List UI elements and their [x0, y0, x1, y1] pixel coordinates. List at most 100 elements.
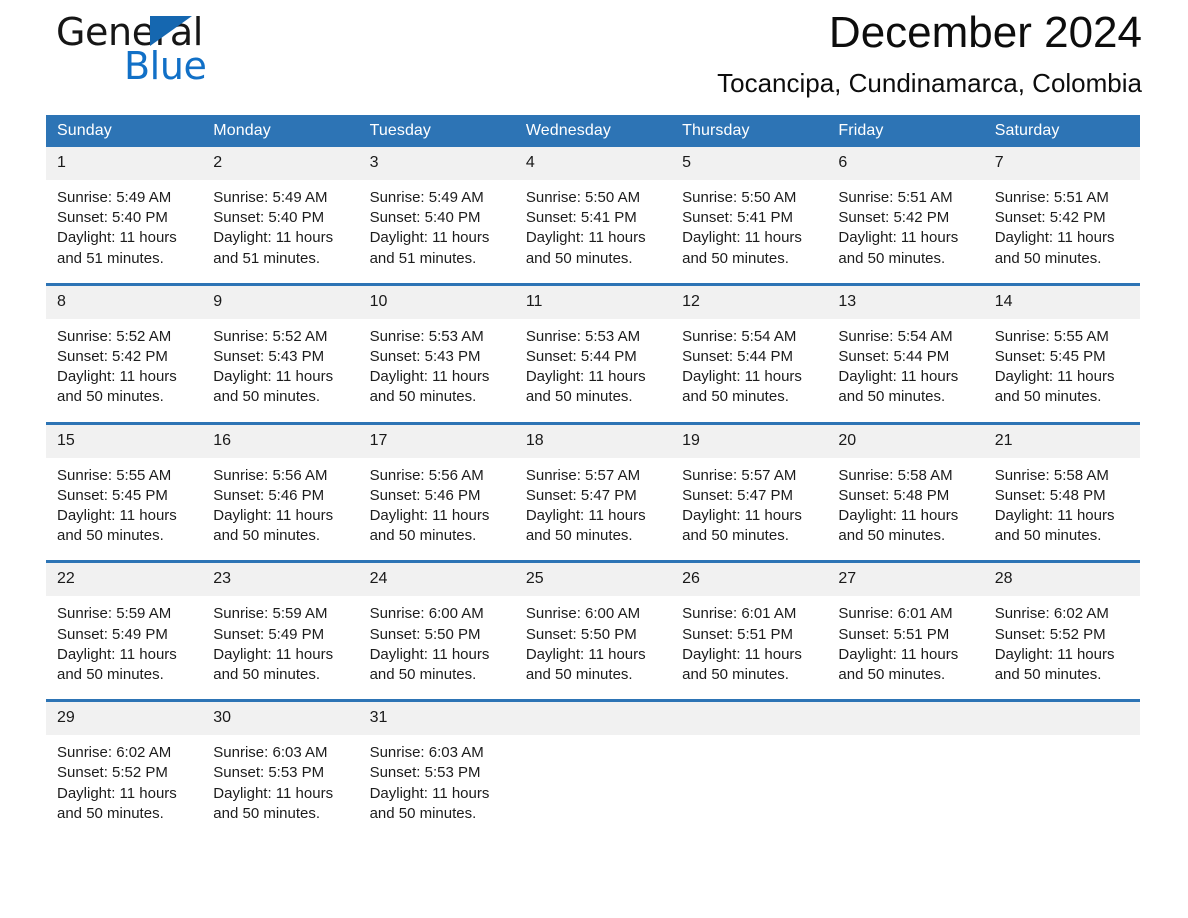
sunrise-text: Sunrise: 5:52 AM — [57, 327, 172, 345]
day-cell[interactable]: 27 Sunrise: 6:01 AM Sunset: 5:51 PM Dayl… — [827, 560, 984, 701]
day-number: 17 — [358, 424, 515, 458]
day-cell[interactable]: 9 Sunrise: 5:52 AM Sunset: 5:43 PM Dayli… — [202, 282, 359, 424]
day-cell[interactable]: 31 Sunrise: 6:03 AM Sunset: 5:53 PM Dayl… — [358, 699, 515, 839]
sunrise-text: Sunrise: 5:55 AM — [57, 466, 172, 484]
daylight-text-line2: and 50 minutes. — [213, 388, 321, 406]
day-details: Sunrise: 5:58 AM Sunset: 5:48 PM Dayligh… — [827, 458, 983, 561]
sunrise-text: Sunrise: 6:01 AM — [838, 605, 953, 623]
daylight-text-line1: Daylight: 11 hours — [838, 368, 959, 386]
day-cell[interactable]: 16 Sunrise: 5:56 AM Sunset: 5:46 PM Dayl… — [202, 421, 359, 562]
day-cell[interactable]: 30 Sunrise: 6:03 AM Sunset: 5:53 PM Dayl… — [202, 699, 359, 839]
daylight-text-line2: and 50 minutes. — [838, 527, 946, 545]
day-number: 8 — [46, 285, 203, 319]
sunrise-text: Sunrise: 5:56 AM — [369, 466, 484, 484]
day-cell[interactable]: 25 Sunrise: 6:00 AM Sunset: 5:50 PM Dayl… — [514, 560, 672, 701]
day-number: 12 — [671, 285, 828, 319]
daylight-text-line1: Daylight: 11 hours — [994, 645, 1115, 663]
day-cell[interactable]: 7 Sunrise: 5:51 AM Sunset: 5:42 PM Dayli… — [983, 147, 1140, 284]
day-cell[interactable]: 15 Sunrise: 5:55 AM Sunset: 5:45 PM Dayl… — [46, 421, 203, 562]
daylight-text-line1: Daylight: 11 hours — [682, 645, 802, 663]
daylight-text-line1: Daylight: 11 hours — [57, 507, 177, 525]
day-cell[interactable]: 3 Sunrise: 5:49 AM Sunset: 5:40 PM Dayli… — [358, 147, 515, 284]
daylight-text-line1: Daylight: 11 hours — [525, 645, 646, 663]
day-details: Sunrise: 5:53 AM Sunset: 5:43 PM Dayligh… — [359, 319, 515, 422]
daylight-text-line1: Daylight: 11 hours — [838, 229, 959, 247]
sunrise-text: Sunrise: 5:58 AM — [994, 466, 1109, 484]
day-cell[interactable]: 11 Sunrise: 5:53 AM Sunset: 5:44 PM Dayl… — [514, 282, 672, 424]
day-cell[interactable]: 4 Sunrise: 5:50 AM Sunset: 5:41 PM Dayli… — [514, 147, 672, 284]
day-cell[interactable]: 14 Sunrise: 5:55 AM Sunset: 5:45 PM Dayl… — [983, 282, 1140, 424]
day-cell[interactable]: 20 Sunrise: 5:58 AM Sunset: 5:48 PM Dayl… — [827, 421, 984, 562]
sunrise-text: Sunrise: 5:59 AM — [213, 605, 328, 623]
daylight-text-line2: and 50 minutes. — [213, 527, 321, 545]
day-number — [671, 702, 828, 736]
daylight-text-line2: and 50 minutes. — [838, 249, 946, 267]
day-cell[interactable]: 10 Sunrise: 5:53 AM Sunset: 5:43 PM Dayl… — [358, 282, 515, 424]
weekday-header-friday: Friday — [827, 115, 984, 147]
week-row: 15 Sunrise: 5:55 AM Sunset: 5:45 PM Dayl… — [46, 421, 1140, 562]
day-cell[interactable]: 12 Sunrise: 5:54 AM Sunset: 5:44 PM Dayl… — [671, 282, 828, 424]
day-number — [983, 702, 1140, 736]
day-number: 20 — [827, 424, 984, 458]
day-cell[interactable]: 13 Sunrise: 5:54 AM Sunset: 5:44 PM Dayl… — [827, 282, 984, 424]
day-details: Sunrise: 5:50 AM Sunset: 5:41 PM Dayligh… — [515, 180, 671, 283]
sunrise-text: Sunrise: 6:03 AM — [213, 744, 328, 762]
sunrise-text: Sunrise: 6:02 AM — [57, 744, 172, 762]
day-cell[interactable]: 21 Sunrise: 5:58 AM Sunset: 5:48 PM Dayl… — [983, 421, 1140, 562]
day-number: 1 — [46, 147, 203, 180]
week-row: 1 Sunrise: 5:49 AM Sunset: 5:40 PM Dayli… — [46, 147, 1140, 284]
daylight-text-line1: Daylight: 11 hours — [57, 368, 177, 386]
day-number: 24 — [358, 563, 515, 597]
sunrise-text: Sunrise: 5:54 AM — [682, 327, 797, 345]
weekday-header-wednesday: Wednesday — [514, 115, 672, 147]
day-cell[interactable]: 26 Sunrise: 6:01 AM Sunset: 5:51 PM Dayl… — [671, 560, 828, 701]
sunrise-text: Sunrise: 6:01 AM — [682, 605, 797, 623]
daylight-text-line2: and 51 minutes. — [57, 249, 164, 267]
calendar-body: 1 Sunrise: 5:49 AM Sunset: 5:40 PM Dayli… — [46, 147, 1140, 839]
day-cell[interactable]: 19 Sunrise: 5:57 AM Sunset: 5:47 PM Dayl… — [671, 421, 828, 562]
day-number: 21 — [983, 424, 1140, 458]
day-cell[interactable]: 29 Sunrise: 6:02 AM Sunset: 5:52 PM Dayl… — [46, 699, 203, 839]
daylight-text-line2: and 51 minutes. — [213, 249, 321, 267]
daylight-text-line2: and 50 minutes. — [682, 249, 789, 267]
day-number — [514, 702, 672, 736]
day-cell[interactable]: 17 Sunrise: 5:56 AM Sunset: 5:46 PM Dayl… — [358, 421, 515, 562]
daylight-text-line1: Daylight: 11 hours — [525, 368, 646, 386]
sunrise-text: Sunrise: 6:03 AM — [369, 744, 484, 762]
day-cell[interactable]: 28 Sunrise: 6:02 AM Sunset: 5:52 PM Dayl… — [983, 560, 1140, 701]
sunrise-sunset-calendar-table: Sunday Monday Tuesday Wednesday Thursday… — [46, 115, 1140, 839]
sunrise-text: Sunrise: 5:49 AM — [57, 189, 172, 206]
sunset-text: Sunset: 5:43 PM — [369, 348, 481, 366]
generalblue-logo[interactable]: General Blue — [46, 10, 266, 88]
day-cell[interactable]: 23 Sunrise: 5:59 AM Sunset: 5:49 PM Dayl… — [202, 560, 359, 701]
day-details: Sunrise: 5:50 AM Sunset: 5:41 PM Dayligh… — [671, 180, 827, 283]
day-cell[interactable]: 18 Sunrise: 5:57 AM Sunset: 5:47 PM Dayl… — [514, 421, 672, 562]
daylight-text-line1: Daylight: 11 hours — [994, 507, 1115, 525]
sunset-text: Sunset: 5:42 PM — [994, 209, 1106, 227]
daylight-text-line1: Daylight: 11 hours — [57, 229, 177, 247]
daylight-text-line2: and 50 minutes. — [682, 527, 789, 545]
day-details: Sunrise: 6:02 AM Sunset: 5:52 PM Dayligh… — [46, 735, 202, 838]
day-cell[interactable]: 6 Sunrise: 5:51 AM Sunset: 5:42 PM Dayli… — [827, 147, 984, 284]
day-number: 7 — [983, 147, 1140, 180]
day-cell[interactable]: 24 Sunrise: 6:00 AM Sunset: 5:50 PM Dayl… — [358, 560, 515, 701]
day-cell[interactable]: 1 Sunrise: 5:49 AM Sunset: 5:40 PM Dayli… — [46, 147, 203, 284]
day-cell[interactable]: 8 Sunrise: 5:52 AM Sunset: 5:42 PM Dayli… — [46, 282, 203, 424]
sunset-text: Sunset: 5:52 PM — [994, 625, 1106, 643]
day-details: Sunrise: 6:00 AM Sunset: 5:50 PM Dayligh… — [515, 596, 671, 699]
sunrise-text: Sunrise: 5:57 AM — [525, 466, 641, 484]
day-number: 3 — [358, 147, 515, 180]
day-cell[interactable]: 5 Sunrise: 5:50 AM Sunset: 5:41 PM Dayli… — [671, 147, 828, 284]
day-cell[interactable]: 2 Sunrise: 5:49 AM Sunset: 5:40 PM Dayli… — [202, 147, 359, 284]
sunset-text: Sunset: 5:42 PM — [838, 209, 950, 227]
day-details: Sunrise: 5:51 AM Sunset: 5:42 PM Dayligh… — [984, 180, 1140, 283]
day-details — [984, 735, 1140, 831]
daylight-text-line2: and 50 minutes. — [525, 666, 633, 684]
daylight-text-line2: and 50 minutes. — [525, 249, 633, 267]
day-number: 31 — [358, 702, 515, 736]
sunset-text: Sunset: 5:50 PM — [525, 625, 637, 643]
sunrise-text: Sunrise: 5:53 AM — [369, 327, 484, 345]
day-cell[interactable]: 22 Sunrise: 5:59 AM Sunset: 5:49 PM Dayl… — [46, 560, 203, 701]
sunrise-text: Sunrise: 5:49 AM — [369, 189, 484, 206]
daylight-text-line2: and 50 minutes. — [57, 804, 164, 822]
